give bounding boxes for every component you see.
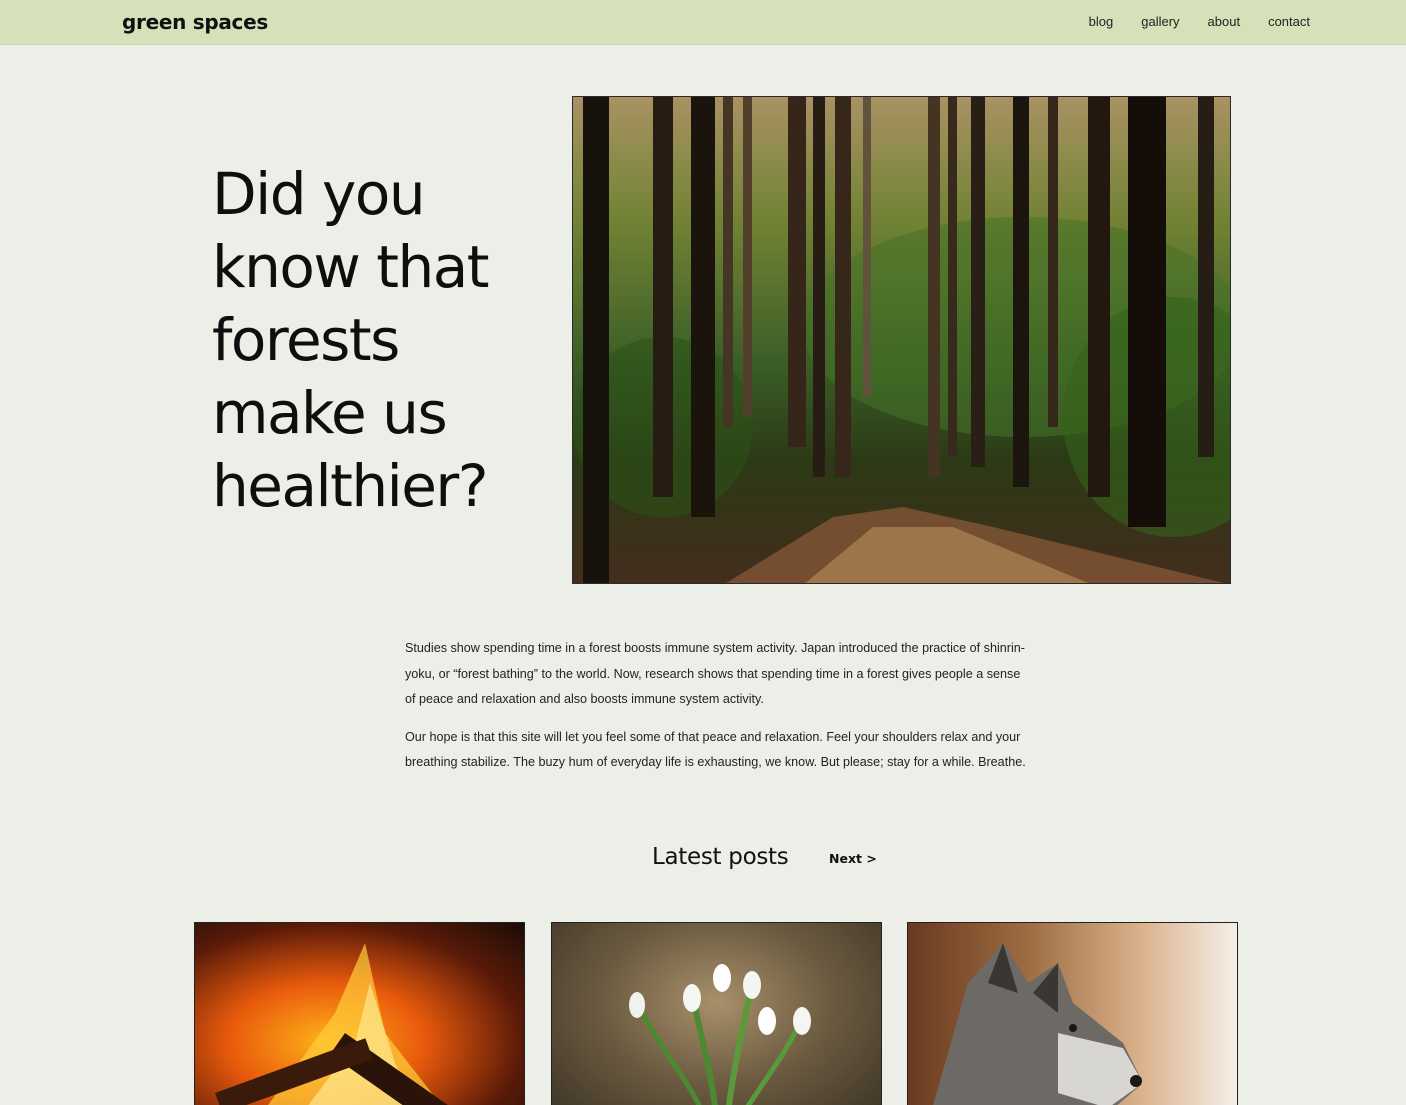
wolf-photo: [933, 943, 1143, 1105]
post-card-snowdrops[interactable]: [551, 922, 882, 1105]
nav-link-blog[interactable]: blog: [1089, 14, 1114, 29]
campfire-photo: [215, 943, 493, 1105]
intro-text: Studies show spending time in a forest b…: [405, 636, 1030, 788]
intro-paragraph-2: Our hope is that this site will let you …: [405, 729, 1026, 770]
post-card-campfire[interactable]: [194, 922, 525, 1105]
intro-paragraph-1: Studies show spending time in a forest b…: [405, 641, 1025, 706]
post-card-wolf[interactable]: [907, 922, 1238, 1105]
site-logo[interactable]: green spaces: [122, 10, 268, 34]
main-nav: blog gallery about contact: [1061, 14, 1310, 29]
nav-link-contact[interactable]: contact: [1268, 14, 1310, 29]
hero-heading: Did you know that forests make us health…: [212, 160, 490, 520]
top-navigation-bar: green spaces blog gallery about contact: [0, 0, 1406, 45]
snowdrop-flowers-photo: [629, 964, 811, 1105]
latest-posts-heading: Latest posts: [652, 844, 789, 870]
nav-link-gallery[interactable]: gallery: [1141, 14, 1179, 29]
nav-link-about[interactable]: about: [1208, 14, 1241, 29]
forest-path-photo: [572, 96, 1231, 584]
next-posts-button[interactable]: Next >: [829, 851, 877, 866]
